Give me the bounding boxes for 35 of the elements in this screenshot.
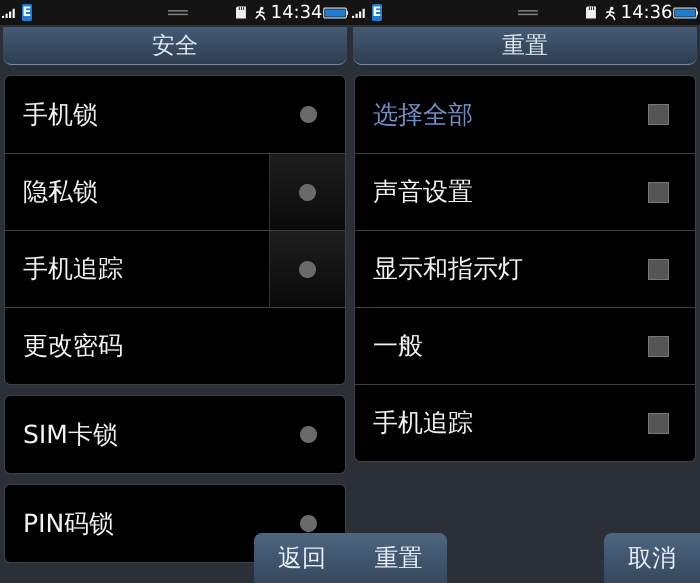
sd-card-icon (236, 4, 246, 21)
bottom-button[interactable]: 取消 (604, 533, 700, 583)
toggle-dot[interactable] (300, 515, 317, 532)
status-time: 14:34 (270, 1, 322, 25)
setting-label[interactable]: 手机锁 (5, 96, 300, 134)
checkbox[interactable] (648, 182, 669, 202)
bottom-button[interactable]: 重置 (350, 533, 447, 583)
screen-title: 安全 (3, 27, 347, 65)
checkbox[interactable] (648, 258, 669, 280)
setting-label[interactable]: 显示和指示灯 (355, 250, 648, 288)
setting-label[interactable]: 一般 (355, 327, 648, 365)
setting-label[interactable]: 手机追踪 (355, 404, 648, 442)
toggle-cell[interactable] (269, 231, 345, 307)
setting-label[interactable]: 更改密码 (5, 327, 345, 365)
setting-label[interactable]: 选择全部 (355, 96, 648, 134)
toggle-dot[interactable] (300, 426, 317, 443)
setting-label[interactable]: 声音设置 (355, 173, 648, 211)
setting-label[interactable]: 隐私锁 (5, 173, 269, 211)
toggle-dot[interactable] (300, 106, 317, 123)
battery-icon (322, 4, 348, 20)
setting-label[interactable]: 手机追踪 (5, 250, 269, 288)
screen-title: 重置 (353, 27, 697, 65)
network-badge: E (22, 4, 32, 21)
handle-icon (518, 8, 538, 16)
battery-icon (672, 4, 698, 20)
setting-label[interactable]: SIM卡锁 (5, 416, 300, 454)
checkbox[interactable] (648, 336, 669, 356)
toggle-cell[interactable] (269, 154, 345, 230)
sd-card-icon (586, 4, 596, 21)
checkbox[interactable] (648, 412, 669, 434)
status-time: 14:36 (620, 1, 672, 25)
bottom-button[interactable]: 返回 (254, 533, 350, 583)
network-badge: E (372, 4, 382, 21)
handle-icon (168, 8, 188, 16)
checkbox[interactable] (648, 104, 669, 125)
